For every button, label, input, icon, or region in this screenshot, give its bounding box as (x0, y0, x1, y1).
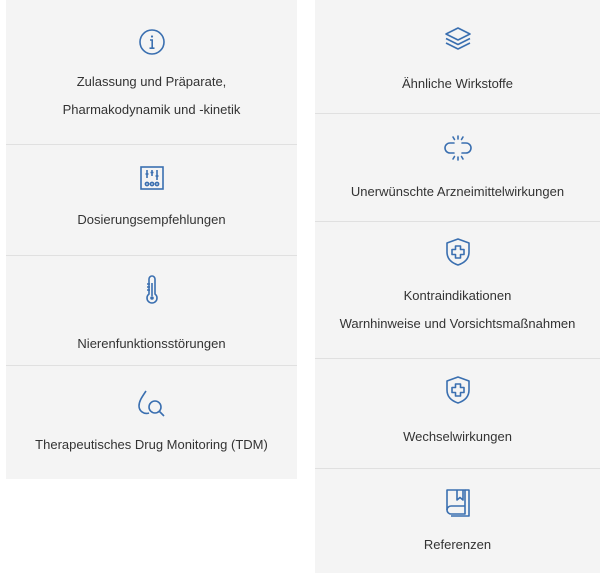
broken-link-icon (441, 134, 475, 162)
tile-label-line: Dosierungsempfehlungen (77, 212, 226, 227)
book-bookmark-icon (443, 487, 473, 519)
tile-label-line: Ähnliche Wirkstoffe (401, 76, 514, 91)
tile-wechselwirkungen[interactable]: Wechselwirkungen (315, 359, 600, 469)
tile-nierenfunktionsstoerungen[interactable]: Nierenfunktionsstörungen (6, 256, 297, 366)
tile-label-line: Zulassung und Präparate, (76, 74, 227, 89)
tile-label-line: Kontraindikationen (403, 288, 512, 303)
tile-label-line: Wechselwirkungen (403, 429, 512, 444)
tile-referenzen[interactable]: Referenzen (315, 469, 600, 573)
tile-label-line: Warnhinweise und Vorsichtsmaßnahmen (339, 316, 576, 331)
drop-search-icon (136, 388, 168, 418)
shield-plus-icon (444, 236, 472, 268)
tile-therapeutisches-drug-monitoring[interactable]: Therapeutisches Drug Monitoring (TDM) (6, 366, 297, 479)
layers-icon (443, 25, 473, 53)
tile-dosierungsempfehlungen[interactable]: Dosierungsempfehlungen (6, 145, 297, 256)
tile-label-line: Therapeutisches Drug Monitoring (TDM) (35, 437, 268, 452)
tile-zulassung-pharmakodynamik[interactable]: Zulassung und Präparate, Pharmakodynamik… (6, 0, 297, 145)
tile-label-line: Referenzen (423, 537, 492, 552)
tile-label-line: Pharmakodynamik und -kinetik (62, 102, 241, 117)
sliders-icon (138, 164, 166, 192)
tile-aehnliche-wirkstoffe[interactable]: Ähnliche Wirkstoffe (315, 0, 600, 114)
info-circle-icon (138, 28, 166, 56)
tile-kontraindikationen[interactable]: Kontraindikationen Warnhinweise und Vors… (315, 222, 600, 359)
right-menu-column: Ähnliche Wirkstoffe Unerwünschte Arzneim… (315, 0, 600, 573)
tile-unerwuenschte-arzneimittelwirkungen[interactable]: Unerwünschte Arzneimittelwirkungen (315, 114, 600, 222)
left-menu-column: Zulassung und Präparate, Pharmakodynamik… (6, 0, 297, 479)
tile-label-line: Nierenfunktionsstörungen (77, 336, 226, 351)
shield-plus-icon (444, 374, 472, 406)
thermometer-icon (138, 275, 166, 305)
tile-label-line: Unerwünschte Arzneimittelwirkungen (350, 184, 565, 199)
